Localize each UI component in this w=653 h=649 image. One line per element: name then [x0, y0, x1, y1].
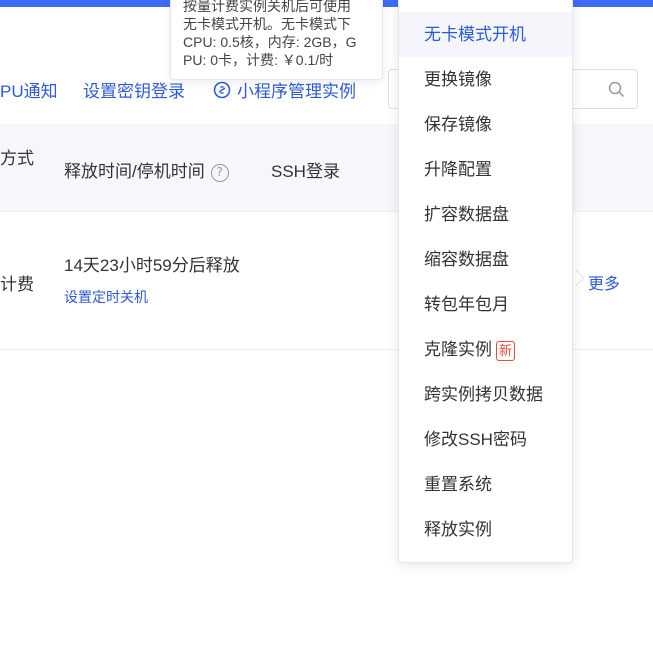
menu-item-clone-instance[interactable]: 克隆实例新 [399, 327, 572, 372]
menu-item-resize-config[interactable]: 升降配置 [399, 147, 572, 192]
menu-item-change-ssh-password[interactable]: 修改SSH密码 [399, 417, 572, 462]
tooltip-line: 按量计费实例关机后可使用 [183, 0, 351, 14]
gpu-notice-link[interactable]: PU通知 [0, 77, 58, 102]
new-badge: 新 [496, 340, 516, 361]
menu-item-convert-monthly[interactable]: 转包年包月 [399, 282, 572, 327]
miniprogram-manage-label: 小程序管理实例 [237, 82, 356, 101]
set-key-login-link[interactable]: 设置密钥登录 [83, 77, 185, 102]
tooltip-line: CPU: 0.5核，内存: 2GB，G [183, 34, 357, 50]
more-dropdown-menu: 无卡模式开机 更换镜像 保存镜像 升降配置 扩容数据盘 缩容数据盘 转包年包月 … [398, 0, 573, 563]
menu-item-reset-system[interactable]: 重置系统 [399, 462, 572, 507]
menu-item-shrink-disk[interactable]: 缩容数据盘 [399, 237, 572, 282]
billing-cell: 计费 [0, 275, 34, 294]
menu-item-copy-data[interactable]: 跨实例拷贝数据 [399, 372, 572, 417]
tooltip-line: PU: 0卡，计费: ￥0.1/时 [183, 52, 334, 68]
cardless-mode-tooltip: 按量计费实例关机后可使用 无卡模式开机。无卡模式下 CPU: 0.5核，内存: … [170, 0, 383, 80]
menu-item-clone-label: 克隆实例 [424, 340, 492, 359]
header-release-time: 释放时间/停机时间? [64, 157, 229, 182]
menu-item-release-instance[interactable]: 释放实例 [399, 507, 572, 552]
release-time-text: 14天23小时59分后释放 [64, 256, 240, 275]
more-button[interactable]: 更多 [588, 270, 620, 294]
menu-item-expand-disk[interactable]: 扩容数据盘 [399, 192, 572, 237]
help-icon[interactable]: ? [210, 163, 229, 182]
search-icon[interactable] [608, 81, 625, 103]
header-billing-method: 方式 [0, 149, 34, 168]
miniprogram-manage-link[interactable]: 小程序管理实例 [213, 77, 356, 104]
tooltip-line: 无卡模式开机。无卡模式下 [183, 16, 351, 32]
menu-item-save-image[interactable]: 保存镜像 [399, 102, 572, 147]
set-timer-shutdown-link[interactable]: 设置定时关机 [64, 287, 148, 307]
link-icon [213, 81, 231, 104]
header-ssh-login: SSH登录 [271, 162, 340, 181]
header-release-time-label: 释放时间/停机时间 [64, 162, 205, 181]
menu-item-cardless-boot[interactable]: 无卡模式开机 [399, 12, 572, 57]
menu-item-change-image[interactable]: 更换镜像 [399, 57, 572, 102]
